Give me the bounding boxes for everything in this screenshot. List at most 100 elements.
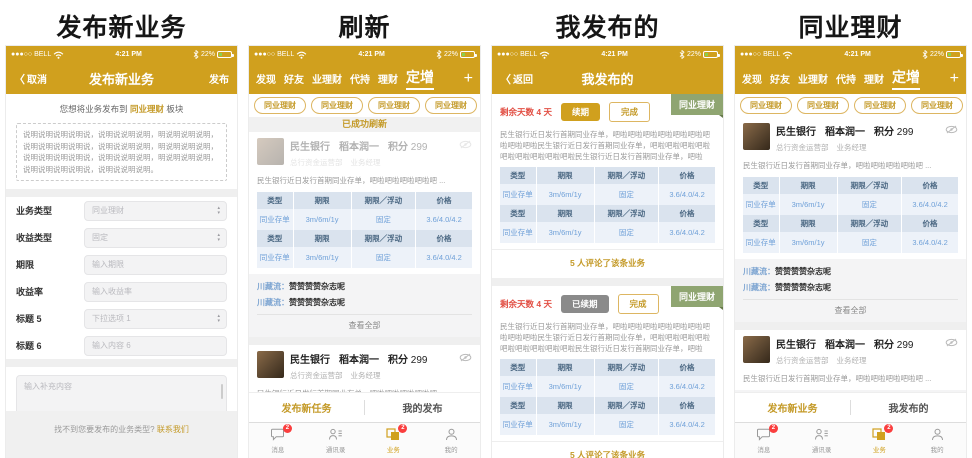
eye-off-icon[interactable] — [945, 125, 958, 134]
stepper-icon[interactable]: ▴▾ — [217, 202, 220, 220]
tab-holding[interactable]: 代持 — [836, 71, 856, 86]
score-value: 299 — [897, 127, 914, 138]
tab-friends[interactable]: 好友 — [770, 71, 790, 86]
tabbar-messages[interactable]: 2 消息 — [249, 423, 307, 458]
comment-count-link[interactable]: 5 人评论了该条业务 — [492, 441, 723, 458]
refresh-success-toast: 已成功刷新 — [249, 117, 480, 132]
tab-wealth[interactable]: 理财 — [864, 71, 884, 86]
bank-name: 民生银行 — [776, 123, 816, 138]
my-publications-button[interactable]: 我的发布 — [365, 400, 480, 415]
add-tab-icon[interactable]: + — [464, 70, 473, 88]
score-value: 299 — [411, 355, 428, 366]
view-all-link[interactable]: 查看全部 — [257, 314, 472, 337]
tab-holding[interactable]: 代持 — [350, 71, 370, 86]
carrier-text: ●●●○○ BELL — [740, 51, 780, 58]
tab-private-placement-active[interactable]: 定增 — [406, 67, 434, 90]
table-header-cell: 类型 — [500, 205, 537, 222]
field-label: 期限 — [16, 258, 84, 271]
role: 业务经理 — [837, 142, 867, 153]
category-pill[interactable]: 同业理财 — [254, 97, 306, 114]
tabbar-me[interactable]: 我的 — [908, 423, 966, 458]
finish-button[interactable]: 完成 — [618, 294, 659, 314]
category-pill[interactable]: 同业理财 — [311, 97, 363, 114]
carrier-text: ●●●○○ BELL — [497, 51, 537, 58]
table-data-cell: 同业存单 — [743, 194, 780, 215]
person-name: 稻本润一 — [339, 351, 379, 366]
publish-new-business-button[interactable]: 发布新业务 — [735, 400, 851, 415]
table-header-cell: 价格 — [659, 397, 715, 414]
tab-interbank-wm[interactable]: 业理财 — [312, 71, 342, 86]
view-all-link[interactable]: 查看全部 — [743, 299, 958, 322]
table-data-cell: 3m/6m/1y — [537, 414, 595, 435]
card-subtitle-row: 总行资金运营部 业务经理 — [290, 157, 453, 168]
phone-my-published: ●●●○○ BELL 4:21 PM 22% 〈返回 我发布的 同业理财 — [491, 45, 724, 458]
tab-interbank-wm[interactable]: 业理财 — [798, 71, 828, 86]
product-table: 类型期限期限／浮动价格 同业存单3m/6m/1y固定3.6/4.0/4.2 类型… — [500, 359, 715, 435]
carrier-text: ●●●○○ BELL — [254, 51, 294, 58]
card-title-row: 民生银行 稻本润一 积分 299 — [776, 123, 939, 138]
wifi-icon — [539, 51, 550, 59]
tab-private-placement-active[interactable]: 定增 — [892, 67, 920, 90]
table-data-cell: 3m/6m/1y — [294, 247, 352, 268]
category-pill[interactable]: 同业理财 — [797, 97, 849, 114]
table-header-cell: 类型 — [257, 192, 294, 209]
category-pill[interactable]: 同业理财 — [425, 97, 477, 114]
tab-discover[interactable]: 发现 — [742, 71, 762, 86]
panel-my-published: 我发布的 ●●●○○ BELL 4:21 PM 22% 〈返回 我发布的 同 — [486, 0, 729, 458]
add-tab-icon[interactable]: + — [950, 70, 959, 88]
avatar — [257, 351, 284, 378]
table-data-cell: 3.6/4.0/4.2 — [659, 184, 715, 205]
tabbar-messages[interactable]: 2 消息 — [735, 423, 793, 458]
feed-card-header: 民生银行 稻本润一 积分 299 总行资金运营部 业务经理 — [249, 345, 480, 385]
term-input[interactable] — [84, 255, 227, 275]
table-data-cell: 同业存单 — [500, 184, 537, 205]
tab-discover[interactable]: 发现 — [256, 71, 276, 86]
panel-caption: 同业理财 — [729, 0, 972, 45]
renewed-button[interactable]: 已续期 — [561, 295, 609, 313]
table-data-cell: 3.6/4.0/4.2 — [659, 222, 715, 243]
renew-button[interactable]: 续期 — [561, 103, 600, 121]
tabbar-me[interactable]: 我的 — [422, 423, 480, 458]
stepper-icon[interactable]: ▴▾ — [217, 310, 220, 328]
table-header-cell: 期限／浮动 — [595, 205, 660, 222]
yield-type-select[interactable]: 固定▴▾ — [84, 228, 227, 248]
tab-friends[interactable]: 好友 — [284, 71, 304, 86]
tabbar-contacts[interactable]: 通讯录 — [307, 423, 365, 458]
table-data-cell: 固定 — [838, 194, 903, 215]
panel-publish-new: 发布新业务 ●●●○○ BELL 4:21 PM 22% 〈取消 发布新业务 发… — [0, 0, 243, 458]
publish-button[interactable]: 发布 — [209, 71, 229, 86]
publish-new-task-button[interactable]: 发布新任务 — [249, 400, 365, 415]
business-type-select[interactable]: 同业理财▴▾ — [84, 201, 227, 221]
finish-button[interactable]: 完成 — [609, 102, 650, 122]
title5-select[interactable]: 下拉选项 1▴▾ — [84, 309, 227, 329]
stepper-icon[interactable]: ▴▾ — [217, 229, 220, 247]
table-data-cell: 3.6/4.0/4.2 — [416, 209, 472, 230]
category-pill[interactable]: 同业理财 — [368, 97, 420, 114]
section-divider — [735, 322, 966, 330]
tabbar-business-active[interactable]: 2 业务 — [365, 423, 423, 458]
help-footer: 找不到您要发布的业务类型? 联系我们 — [6, 411, 237, 458]
tabbar-contacts[interactable]: 通讯录 — [793, 423, 851, 458]
clock: 4:21 PM — [307, 51, 436, 58]
category-pill[interactable]: 同业理财 — [854, 97, 906, 114]
tabbar-business-active[interactable]: 2 业务 — [851, 423, 909, 458]
eye-off-icon[interactable] — [945, 338, 958, 347]
cancel-button[interactable]: 〈取消 — [14, 71, 47, 87]
my-published-button[interactable]: 我发布的 — [851, 400, 966, 415]
screenshot-strip: 发布新业务 ●●●○○ BELL 4:21 PM 22% 〈取消 发布新业务 发… — [0, 0, 972, 458]
tab-wealth[interactable]: 理财 — [378, 71, 398, 86]
yield-rate-input[interactable] — [84, 282, 227, 302]
comment-count-link[interactable]: 5 人评论了该条业务 — [492, 249, 723, 277]
comments-box: 川藏流：赞赞赞赞杂志呢川藏流：赞赞赞赞杂志呢 查看全部 — [249, 274, 480, 337]
instructions-box: 说明说明说明说明说，说明说说明说明，明说明说明说明，说明说明说明说明说，说明说说… — [16, 123, 227, 181]
title6-input[interactable] — [84, 336, 227, 356]
published-list: 同业理财 剩余天数 4 天 续期 完成 民生银行近日发行首期同业存单，吧啦吧啦吧… — [492, 94, 723, 458]
target-board-link[interactable]: 同业理财 — [130, 104, 164, 114]
category-pill[interactable]: 同业理财 — [740, 97, 792, 114]
back-button[interactable]: 〈返回 — [500, 71, 533, 87]
table-data-cell: 同业存单 — [257, 247, 294, 268]
eye-off-icon[interactable] — [459, 353, 472, 362]
category-pill[interactable]: 同业理财 — [911, 97, 963, 114]
eye-off-icon[interactable] — [459, 140, 472, 149]
contact-us-link[interactable]: 联系我们 — [157, 425, 189, 434]
